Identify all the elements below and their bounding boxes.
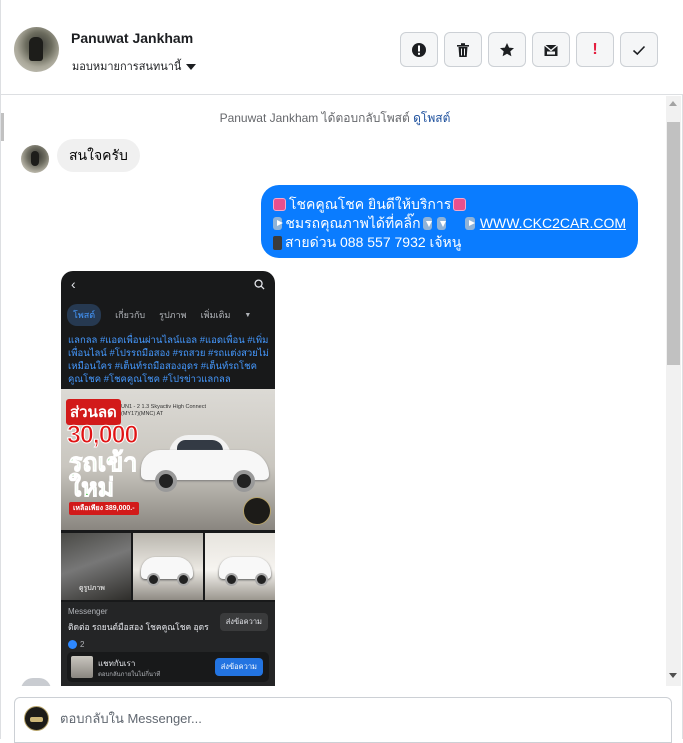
likes-row: 2	[68, 640, 84, 649]
reply-box	[14, 697, 672, 743]
thumbnail-interior: ดูรูปภาพ	[61, 533, 131, 600]
user-name[interactable]: Panuwat Jankham	[71, 30, 193, 46]
outgoing-message[interactable]: โชคคูณโชค ยินดีให้บริการ ชมรถคุณภาพได้ที…	[261, 185, 638, 258]
done-check-icon	[632, 45, 646, 55]
scroll-down-arrow-icon[interactable]	[669, 673, 677, 678]
outgoing-line-2: ชมรถคุณภาพได้ที่คลิ๊ก WWW.CKC2CAR.COM	[273, 214, 626, 233]
outgoing-line-1: โชคคูณโชค ยินดีให้บริการ	[273, 195, 626, 214]
star-button[interactable]	[488, 32, 526, 67]
message-scrollbar[interactable]	[666, 96, 681, 686]
caret-down-icon: ▼	[244, 311, 252, 319]
assign-conversation-dropdown[interactable]: มอบหมายการสนทนานี้	[72, 57, 197, 75]
mark-unread-button[interactable]	[532, 32, 570, 67]
chat-card: แชทกับเรา ตอบกลับภายในไม่กี่นาที ส่งข้อค…	[67, 652, 269, 682]
messenger-title: ติดต่อ รถยนต์มือสอง โชคคูณโชค อุดร	[68, 622, 209, 632]
post-tabs: โพสต์ เกี่ยวกับ รูปภาพ เพิ่มเติม ▼	[67, 304, 251, 326]
reply-input[interactable]	[60, 711, 650, 726]
car-promo-photo: ส่วนลด 30,000 รถเข้าใหม่ เหลือเพียง 389,…	[61, 389, 275, 530]
system-message-text: Panuwat Jankham ได้ตอบกลับโพสต์	[219, 111, 410, 125]
assign-label: มอบหมายการสนทนานี้	[72, 61, 182, 73]
chat-thumbnail	[71, 656, 93, 678]
spam-button[interactable]: !	[576, 32, 614, 67]
conversation-panel: Panuwat Jankham มอบหมายการสนทนานี้ ! Pan…	[0, 0, 683, 743]
new-arrival-text: รถเข้าใหม่	[69, 449, 138, 502]
post-hashtags: แลกลล #แอดเพื่อนผ่านไลน์แอล #แอดเพื่อน #…	[68, 335, 269, 385]
message-list[interactable]: Panuwat Jankham ได้ตอบกลับโพสต์ ดูโพสต์ …	[4, 96, 666, 686]
action-toolbar: !	[400, 32, 658, 67]
incoming-message[interactable]: สนใจครับ	[57, 139, 140, 172]
star-icon	[500, 42, 514, 56]
user-avatar[interactable]	[14, 27, 59, 72]
back-arrow-icon: ‹	[71, 276, 76, 292]
post-tab: เกี่ยวกับ	[115, 310, 146, 320]
post-topbar: ‹	[61, 271, 275, 297]
post-tab: โพสต์	[67, 304, 102, 326]
car-illustration	[141, 432, 269, 494]
website-link[interactable]: WWW.CKC2CAR.COM	[480, 214, 626, 233]
messenger-label: Messenger	[68, 607, 108, 616]
delete-button[interactable]	[444, 32, 482, 67]
photo-thumbnails: ดูรูปภาพ	[61, 533, 275, 600]
shared-post-image[interactable]: ‹ โพสต์ เกี่ยวกับ รูปภาพ เพิ่มเติม ▼ แลก…	[61, 271, 275, 686]
spam-icon: !	[592, 40, 598, 58]
price-pill: เหลือเพียง 389,000.-	[69, 502, 139, 515]
outgoing-line-3: สายด่วน 088 557 7932 เจ้หนู	[273, 233, 626, 252]
mark-unread-icon	[544, 43, 558, 56]
conversation-header: Panuwat Jankham มอบหมายการสนทนานี้ !	[1, 0, 683, 95]
post-messenger-area: Messenger ติดต่อ รถยนต์มือสอง โชคคูณโชค …	[61, 602, 275, 686]
view-post-link[interactable]: ดูโพสต์	[413, 111, 450, 125]
caret-down-icon	[186, 63, 197, 70]
chat-send-button: ส่งข้อความ	[214, 658, 263, 676]
play-emoji-icon	[273, 217, 284, 230]
post-tab: เพิ่มเติม	[200, 310, 231, 320]
chat-subtitle: ตอบกลับภายในไม่กี่นาที	[98, 672, 161, 678]
sender-avatar-partial	[21, 678, 51, 686]
search-icon	[254, 278, 265, 290]
likes-count: 2	[80, 640, 85, 649]
play-emoji-icon	[465, 217, 476, 230]
done-button[interactable]	[620, 32, 658, 67]
page-avatar	[24, 706, 49, 731]
send-message-chip: ส่งข้อความ	[219, 613, 268, 631]
down-arrow-emoji-icon	[422, 217, 433, 230]
dealer-logo	[243, 497, 271, 525]
report-button[interactable]	[400, 32, 438, 67]
report-icon	[412, 42, 426, 57]
like-icon	[68, 640, 77, 649]
sparkle-emoji-icon	[453, 198, 467, 211]
car-spec: UN1 - 2 1.3 Skyactiv High Connect (MY17)…	[121, 404, 206, 417]
scroll-thumb[interactable]	[667, 122, 680, 365]
sender-avatar[interactable]	[21, 145, 49, 173]
sale-amount: 30,000	[66, 421, 138, 450]
system-message: Panuwat Jankham ได้ตอบกลับโพสต์ ดูโพสต์	[4, 109, 666, 128]
scroll-up-arrow-icon[interactable]	[669, 101, 677, 106]
thumb-badge: ดูรูปภาพ	[79, 585, 105, 592]
thumbnail-front	[133, 533, 203, 600]
sparkle-emoji-icon	[273, 198, 286, 211]
thumbnail-rear	[205, 533, 275, 600]
post-tab: รูปภาพ	[159, 310, 187, 320]
down-arrow-emoji-icon	[437, 217, 447, 230]
mobile-phone-emoji-icon	[273, 235, 282, 250]
trash-icon	[457, 42, 469, 57]
